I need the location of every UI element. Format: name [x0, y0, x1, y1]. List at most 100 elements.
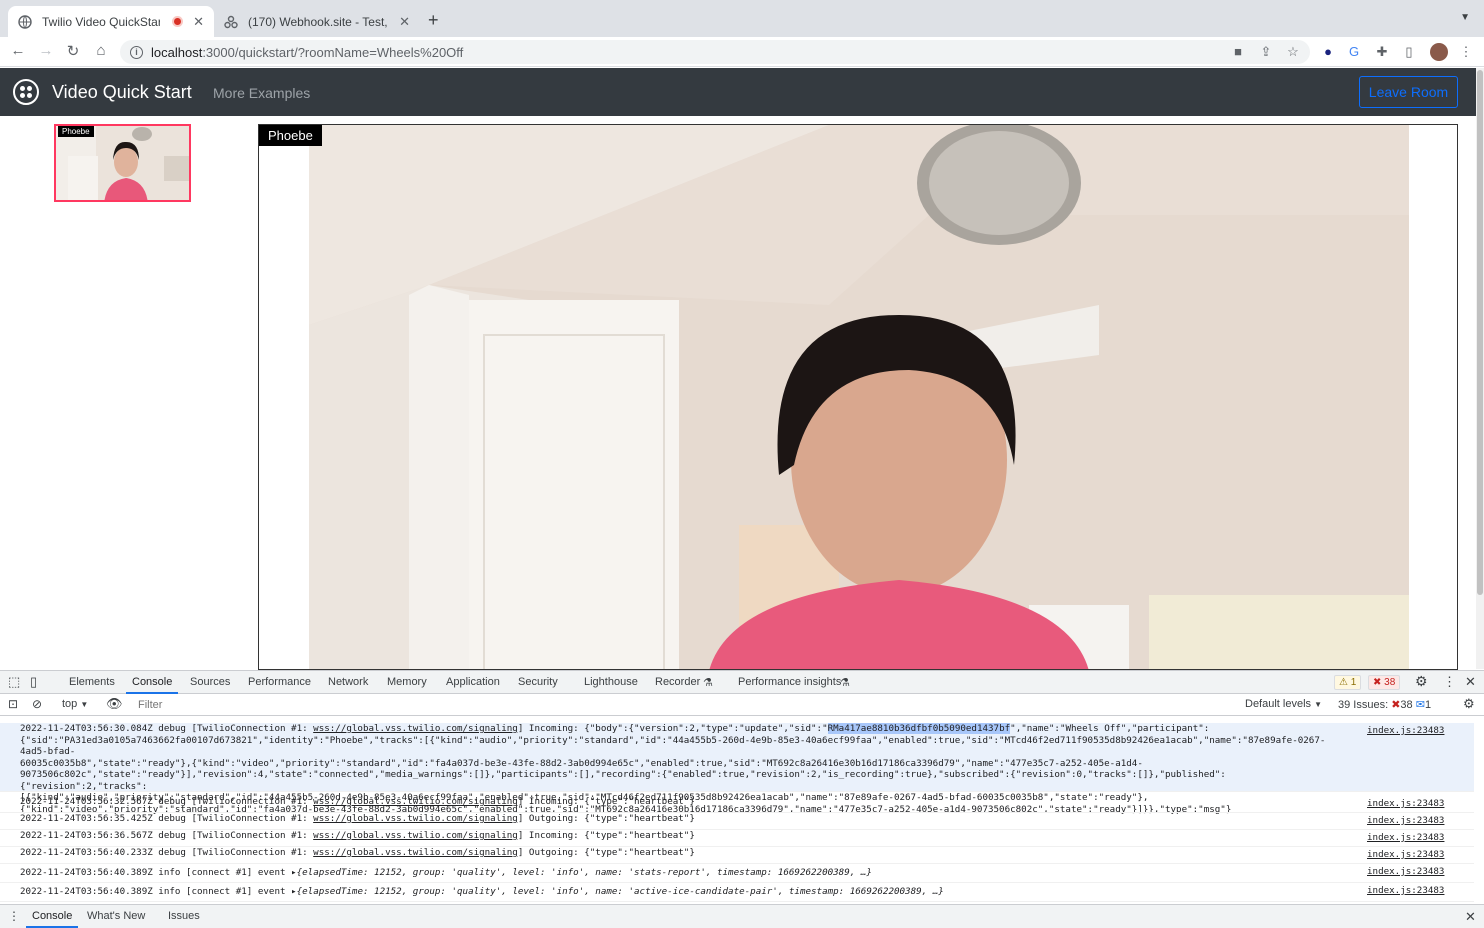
signaling-link[interactable]: wss://global.vss.twilio.com/signaling — [313, 796, 518, 807]
log-source-link[interactable]: index.js:23483 — [1367, 798, 1444, 809]
log-entry[interactable]: 2022-11-24T03:56:36.567Z debug [TwilioCo… — [0, 830, 1474, 847]
settings-gear-icon[interactable]: ⚙ — [1415, 673, 1428, 690]
remote-participant-video[interactable]: Phoebe — [258, 124, 1458, 670]
issues-error-count: 38 — [1400, 699, 1413, 711]
log-source-link[interactable]: index.js:23483 — [1367, 885, 1444, 896]
site-info-icon[interactable]: i — [130, 45, 143, 59]
close-devtools-icon[interactable]: ✕ — [1465, 674, 1476, 690]
drawer-tab-console[interactable]: Console — [25, 910, 79, 928]
webhook-icon — [224, 15, 238, 29]
error-icon: ✖ — [1373, 677, 1382, 688]
log-text: 2022-11-24T03:56:32.567Z debug [TwilioCo… — [20, 796, 314, 807]
page-scrollbar[interactable] — [1476, 68, 1484, 669]
event-object[interactable]: {elapsedTime: 12152, group: 'quality', l… — [297, 867, 872, 878]
signaling-link[interactable]: wss://global.vss.twilio.com/signaling — [313, 813, 518, 824]
issues-counter[interactable]: 39 Issues: ✖38 ✉1 — [1338, 698, 1431, 711]
device-toolbar-icon[interactable]: ▯ — [30, 674, 37, 690]
issues-info-count: 1 — [1424, 699, 1432, 711]
translate-icon[interactable]: G — [1346, 44, 1362, 60]
devtools-tab-application[interactable]: Application — [446, 676, 500, 688]
log-source-link[interactable]: index.js:23483 — [1367, 832, 1444, 843]
console-settings-gear-icon[interactable]: ⚙ — [1463, 696, 1475, 712]
experiment-flask-icon: ⚗ — [703, 677, 713, 689]
log-entry[interactable]: 2022-11-24T03:56:32.567Z debug [TwilioCo… — [0, 796, 1474, 813]
close-drawer-icon[interactable]: ✕ — [1465, 909, 1476, 925]
browser-tab-webhook[interactable]: (170) Webhook.site - Test, pro ✕ — [214, 6, 420, 37]
browser-tab-quickstart[interactable]: Twilio Video QuickStart ✕ — [8, 6, 214, 37]
log-source-link[interactable]: index.js:23483 — [1367, 849, 1444, 860]
home-icon[interactable]: ⌂ — [91, 42, 111, 59]
devtools-tab-lighthouse[interactable]: Lighthouse — [584, 676, 638, 688]
log-source-link[interactable]: index.js:23483 — [1367, 866, 1444, 877]
browser-toolbar: ← → ↻ ⌂ i localhost:3000/quickstart/?roo… — [0, 37, 1484, 67]
close-tab-icon[interactable]: ✕ — [193, 14, 204, 30]
log-entry[interactable]: 2022-11-24T03:56:40.389Z info [connect #… — [0, 883, 1474, 902]
devtools-tab-performance[interactable]: Performance — [248, 676, 311, 688]
devtools-tab-security[interactable]: Security — [518, 676, 558, 688]
tab-title: Twilio Video QuickStart — [42, 14, 161, 29]
new-tab-icon[interactable]: + — [428, 10, 439, 31]
log-entry[interactable]: 2022-11-24T03:56:40.233Z debug [TwilioCo… — [0, 847, 1474, 864]
devtools-tab-elements[interactable]: Elements — [69, 676, 115, 688]
drawer-tab-whats-new[interactable]: What's New — [87, 910, 145, 922]
forward-icon[interactable]: → — [36, 42, 56, 59]
devtools-tab-memory[interactable]: Memory — [387, 676, 427, 688]
reload-icon[interactable]: ↻ — [63, 42, 83, 60]
clear-console-icon[interactable]: ⊘ — [32, 697, 42, 711]
errors-badge[interactable]: ✖ 38 — [1368, 675, 1401, 690]
browser-tab-strip: Twilio Video QuickStart ✕ (170) Webhook.… — [0, 0, 1484, 37]
scrollbar-thumb[interactable] — [1477, 70, 1483, 595]
devtools-tab-recorder[interactable]: Recorder — [655, 676, 700, 688]
globe-icon — [18, 14, 32, 29]
back-icon[interactable]: ← — [8, 42, 28, 59]
log-entry[interactable]: 2022-11-24T03:56:35.425Z debug [TwilioCo… — [0, 813, 1474, 830]
browser-menu-icon[interactable]: ⋮ — [1458, 44, 1474, 60]
tab-search-chevron-icon[interactable]: ▼ — [1460, 12, 1470, 23]
devtools-menu-icon[interactable]: ⋮ — [1443, 674, 1456, 690]
signaling-link[interactable]: wss://global.vss.twilio.com/signaling — [313, 847, 518, 858]
live-expression-eye-icon[interactable]: 👁 — [106, 696, 123, 712]
bookmark-star-icon[interactable]: ☆ — [1285, 44, 1301, 60]
log-entry[interactable]: 2022-11-24T03:56:40.389Z info [connect #… — [0, 864, 1474, 883]
log-text: 2022-11-24T03:56:36.567Z debug [TwilioCo… — [20, 830, 314, 841]
highlighted-sid: RMa417ae8810b36dfbf0b5090ed1437bf — [827, 723, 1011, 734]
warning-icon: ⚠ — [1339, 677, 1348, 688]
warnings-badge[interactable]: ⚠ 1 — [1334, 675, 1362, 690]
participant-name-label: Phoebe — [58, 126, 94, 137]
error-count: 38 — [1384, 677, 1396, 688]
more-examples-link[interactable]: More Examples — [213, 85, 310, 101]
devtools-tab-performance-insights[interactable]: Performance insights — [738, 676, 841, 688]
signaling-link[interactable]: wss://global.vss.twilio.com/signaling — [313, 723, 518, 734]
camera-icon[interactable]: ■ — [1230, 44, 1246, 60]
local-participant-video[interactable]: Phoebe — [54, 124, 191, 202]
log-text: 2022-11-24T03:56:40.233Z debug [TwilioCo… — [20, 847, 314, 858]
extension-circle-icon[interactable]: ● — [1320, 44, 1336, 60]
devtools-tab-sources[interactable]: Sources — [190, 676, 230, 688]
close-tab-icon[interactable]: ✕ — [399, 14, 410, 30]
leave-room-button[interactable]: Leave Room — [1359, 76, 1458, 108]
drawer-menu-icon[interactable]: ⋮ — [8, 909, 20, 923]
log-source-link[interactable]: index.js:23483 — [1367, 815, 1444, 826]
devtools-tab-console[interactable]: Console — [125, 676, 179, 694]
devtools-tab-network[interactable]: Network — [328, 676, 368, 688]
context-selector[interactable]: top ▼ — [62, 698, 88, 710]
side-panel-icon[interactable]: ▯ — [1401, 44, 1417, 60]
url-host: localhost — [151, 44, 203, 60]
log-levels-dropdown[interactable]: Default levels ▼ — [1245, 698, 1322, 710]
chevron-down-icon: ▼ — [1314, 700, 1323, 709]
sidebar-toggle-icon[interactable]: ⊡ — [8, 697, 18, 711]
share-icon[interactable]: ⇪ — [1258, 44, 1274, 60]
address-bar[interactable]: i localhost:3000/quickstart/?roomName=Wh… — [120, 40, 1310, 64]
brand-title[interactable]: Video Quick Start — [52, 82, 192, 103]
event-object[interactable]: {elapsedTime: 12152, group: 'quality', l… — [297, 886, 944, 897]
log-entry[interactable]: 2022-11-24T03:56:30.084Z debug [TwilioCo… — [0, 723, 1474, 815]
extensions-puzzle-icon[interactable]: ✚ — [1374, 44, 1390, 60]
profile-avatar[interactable] — [1430, 43, 1448, 61]
log-source-link[interactable]: index.js:23483 — [1367, 725, 1444, 736]
app-navbar: Video Quick Start More Examples Leave Ro… — [0, 68, 1476, 116]
inspect-element-icon[interactable]: ⬚ — [8, 674, 20, 690]
console-filter-input[interactable] — [132, 697, 1237, 713]
drawer-tab-issues[interactable]: Issues — [168, 910, 200, 922]
log-text: ] Incoming: {"body":{"version":2,"type":… — [517, 723, 828, 734]
signaling-link[interactable]: wss://global.vss.twilio.com/signaling — [313, 830, 518, 841]
